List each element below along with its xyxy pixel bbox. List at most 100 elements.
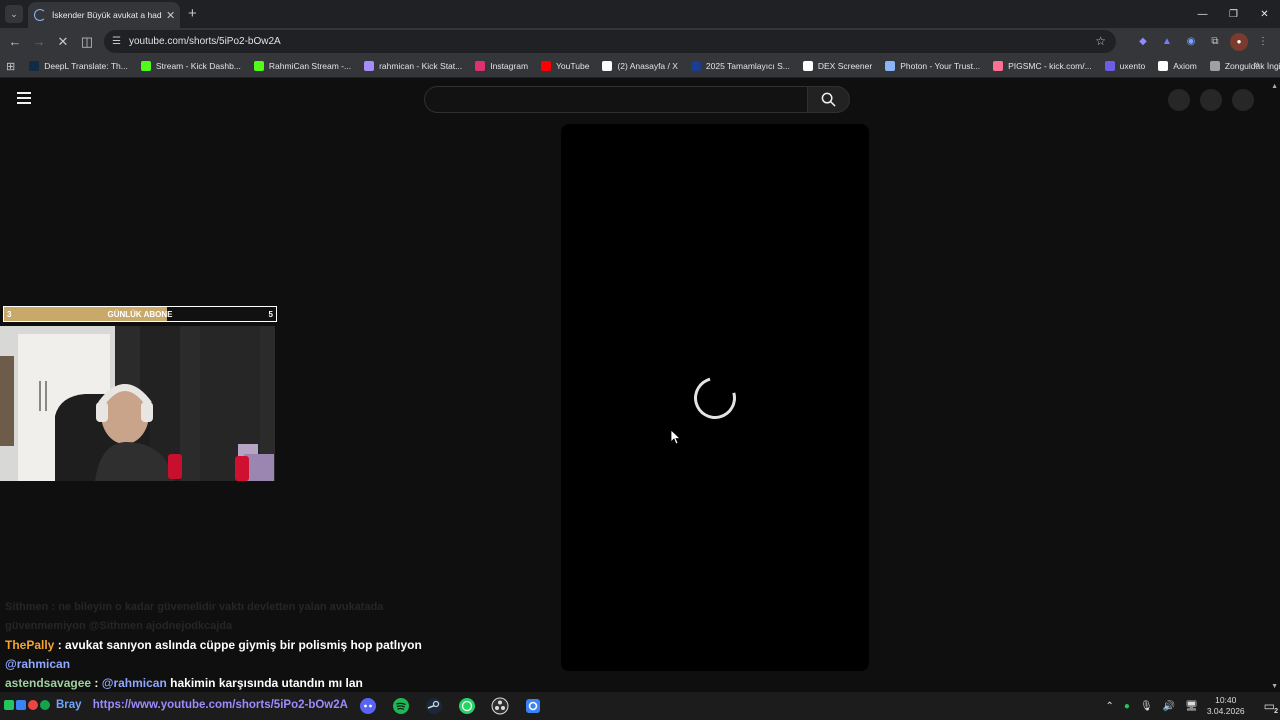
bookmark-label: Photon - Your Trust... bbox=[900, 61, 981, 71]
bookmark-item[interactable]: rahmican - Kick Stat... bbox=[364, 61, 462, 71]
bookmark-item[interactable]: RahmiCan Stream -... bbox=[253, 61, 352, 71]
tab-search-button[interactable]: ⌄ bbox=[5, 5, 23, 23]
kickstats-icon bbox=[364, 61, 375, 71]
split-view-button[interactable]: ◫ bbox=[75, 30, 99, 54]
scroll-up-arrow-icon[interactable]: ▲ bbox=[1271, 83, 1278, 90]
volume-icon[interactable]: 🔊 bbox=[1163, 701, 1175, 712]
kick-icon bbox=[253, 61, 264, 71]
bookmark-item[interactable]: Photon - Your Trust... bbox=[885, 61, 980, 71]
chat-username: astendsavagee bbox=[5, 676, 92, 690]
forward-button[interactable]: → bbox=[27, 30, 51, 54]
extensions-puzzle-icon[interactable]: ⧉ bbox=[1206, 33, 1224, 51]
bookmark-item[interactable]: (2) Anasayfa / X bbox=[602, 61, 678, 71]
apps-grid-icon[interactable]: ⊞ bbox=[6, 60, 15, 73]
loading-spinner-icon bbox=[686, 369, 744, 427]
active-tab[interactable]: İskender Büyük avukat a had b ✕ bbox=[28, 2, 180, 28]
windows-taskbar: Bray https://www.youtube.com/shorts/5iPo… bbox=[0, 692, 1280, 720]
bookmarks-bar: ⊞ DeepL Translate: Th... Stream - Kick Da… bbox=[0, 55, 1280, 78]
bookmark-item[interactable]: YouTube bbox=[541, 61, 589, 71]
create-button-placeholder[interactable] bbox=[1168, 89, 1190, 111]
microphone-icon[interactable]: 🎙 bbox=[1140, 701, 1153, 712]
bookmark-star-icon[interactable]: ☆ bbox=[1095, 34, 1106, 48]
chat-mention: @rahmican bbox=[5, 657, 71, 671]
notifications-placeholder[interactable] bbox=[1200, 89, 1222, 111]
globe-icon bbox=[690, 61, 701, 71]
search-input[interactable] bbox=[424, 86, 808, 113]
bookmark-label: (2) Anasayfa / X bbox=[617, 61, 678, 71]
notification-center-icon[interactable]: ▭ 2 bbox=[1264, 699, 1278, 715]
profile-avatar-icon[interactable]: ● bbox=[1230, 32, 1248, 51]
pinned-left-icons bbox=[4, 700, 50, 710]
site-info-icon[interactable]: ☰ bbox=[112, 36, 121, 47]
uxento-icon bbox=[1104, 61, 1115, 71]
daily-subscriber-goal-bar: 3 GÜNLÜK ABONE 5 bbox=[3, 306, 277, 322]
restore-icon[interactable]: ❐ bbox=[1218, 0, 1249, 28]
tab-strip: ⌄ İskender Büyük avukat a had b ✕ + — ❐ … bbox=[0, 0, 1280, 28]
guide-menu-icon[interactable] bbox=[17, 92, 31, 107]
chat-text: : avukat sanıyon aslında cüppe giymiş bi… bbox=[57, 638, 422, 652]
minimize-icon[interactable]: — bbox=[1187, 0, 1218, 28]
app-blue-icon[interactable] bbox=[16, 700, 26, 710]
extension-1-icon[interactable]: ◆ bbox=[1134, 33, 1152, 51]
bookmark-item[interactable]: Axiom bbox=[1158, 61, 1197, 71]
mouse-cursor-icon bbox=[671, 430, 681, 445]
deepl-icon bbox=[29, 61, 40, 71]
bookmark-item[interactable]: DeepL Translate: Th... bbox=[29, 61, 128, 71]
whatsapp-icon[interactable] bbox=[455, 695, 479, 717]
system-clock[interactable]: 10:40 3.04.2026 bbox=[1207, 695, 1245, 717]
tab-title: İskender Büyük avukat a had b bbox=[52, 10, 162, 20]
bookmark-item[interactable]: 2025 Tamamlayıcı S... bbox=[690, 61, 790, 71]
search-button[interactable] bbox=[807, 86, 850, 113]
bookmark-label: uxento bbox=[1119, 61, 1146, 71]
extension-2-icon[interactable]: ▲ bbox=[1158, 33, 1176, 51]
bookmark-item[interactable]: Zonguldak İngilizce... bbox=[1209, 61, 1280, 71]
bookmark-label: DeepL Translate: Th... bbox=[44, 61, 128, 71]
browser-menu-icon[interactable]: ⋮ bbox=[1254, 33, 1272, 51]
tray-overflow-icon[interactable]: ⌃ bbox=[1106, 701, 1114, 712]
bookmark-label: PIGSMC - kick.com/... bbox=[1008, 61, 1092, 71]
bookmark-item[interactable]: PIGSMC - kick.com/... bbox=[993, 61, 1092, 71]
taskbar-apps bbox=[356, 695, 545, 717]
tray-status-icon[interactable]: ● bbox=[1124, 701, 1130, 712]
app-settings-icon[interactable] bbox=[521, 695, 545, 717]
extensions-area: ◆ ▲ ◉ ⧉ ● ⋮ bbox=[1134, 28, 1272, 55]
zonguldak-icon bbox=[1209, 61, 1220, 71]
back-button[interactable]: ← bbox=[3, 30, 27, 54]
address-bar[interactable]: ☰ youtube.com/shorts/5iPo2-bOw2A ☆ bbox=[104, 30, 1116, 53]
close-tab-icon[interactable]: ✕ bbox=[166, 9, 175, 22]
webcam-image bbox=[0, 326, 275, 481]
youtube-icon bbox=[541, 61, 552, 71]
network-icon[interactable]: 🖥 bbox=[1185, 701, 1198, 712]
obs-icon[interactable] bbox=[488, 695, 512, 717]
bookmark-item[interactable]: uxento bbox=[1104, 61, 1146, 71]
chat-text: hakimin karşısında utandın mı lan bbox=[170, 676, 363, 690]
extension-3-icon[interactable]: ◉ bbox=[1182, 33, 1200, 51]
bookmark-item[interactable]: Stream - Kick Dashb... bbox=[140, 61, 241, 71]
system-tray: ⌃ ● 🎙 🔊 🖥 10:40 3.04.2026 ▭ 2 bbox=[1101, 692, 1280, 720]
shorts-player[interactable] bbox=[561, 124, 869, 671]
scroll-down-arrow-icon[interactable]: ▼ bbox=[1271, 683, 1278, 690]
chat-separator: : bbox=[94, 676, 99, 690]
discord-icon[interactable] bbox=[356, 695, 380, 717]
chat-username: Sithmen bbox=[5, 601, 49, 613]
account-placeholder[interactable] bbox=[1232, 89, 1254, 111]
app-green-icon[interactable] bbox=[4, 700, 14, 710]
goal-title: GÜNLÜK ABONE bbox=[107, 310, 173, 319]
bookmark-label: RahmiCan Stream -... bbox=[268, 61, 352, 71]
close-window-icon[interactable]: ✕ bbox=[1249, 0, 1280, 28]
spotify-icon[interactable] bbox=[389, 695, 413, 717]
more-bookmarks-icon[interactable]: » bbox=[1254, 59, 1260, 71]
bookmark-item[interactable]: DEX Screener bbox=[802, 61, 872, 71]
app-green2-icon[interactable] bbox=[40, 700, 50, 710]
steam-icon[interactable] bbox=[422, 695, 446, 717]
chat-text: ajodnejodkcajda bbox=[145, 620, 233, 632]
chat-message-faded-2: güvenmemiyon @Sithmen ajodnejodkcajda bbox=[5, 617, 425, 636]
bookmark-item[interactable]: Instagram bbox=[475, 61, 528, 71]
chat-mention: @rahmican bbox=[101, 676, 167, 690]
new-tab-button[interactable]: + bbox=[188, 5, 197, 22]
loading-favicon-icon bbox=[34, 9, 46, 21]
pig-icon bbox=[993, 61, 1004, 71]
stop-loading-button[interactable]: ✕ bbox=[51, 30, 75, 54]
notification-count: 2 bbox=[1274, 708, 1278, 715]
app-red-icon[interactable] bbox=[28, 700, 38, 710]
